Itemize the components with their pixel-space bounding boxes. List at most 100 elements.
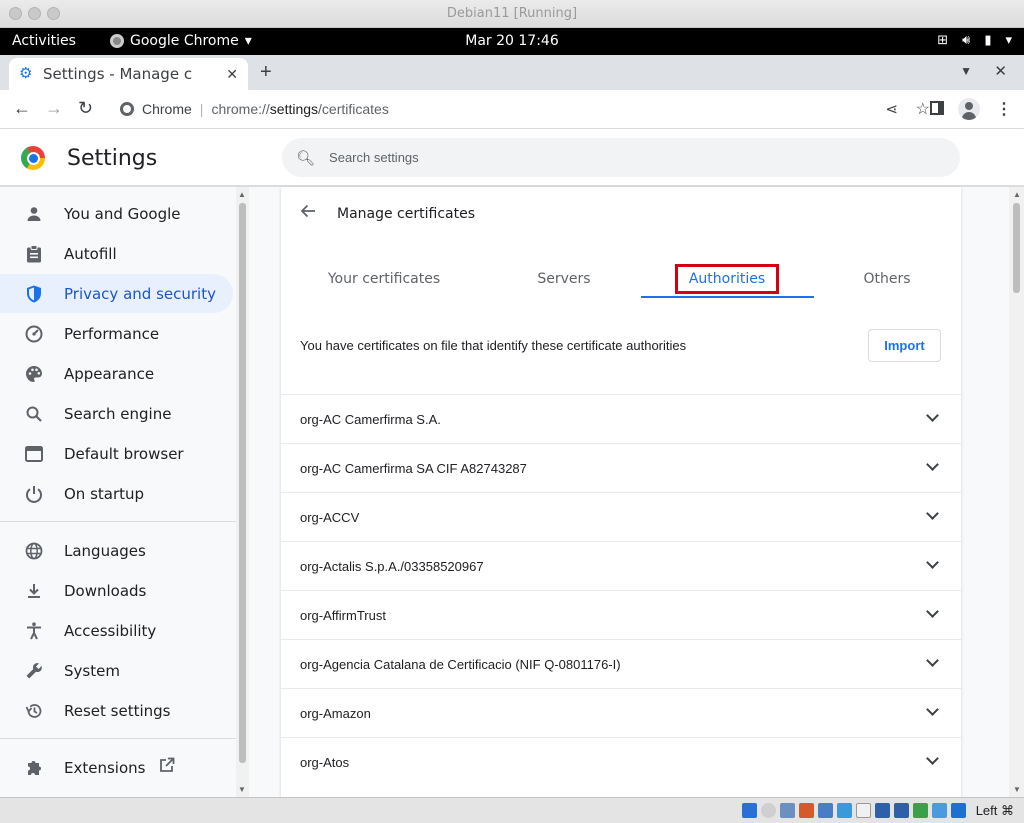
sidebar-item-appearance[interactable]: Appearance <box>0 354 233 393</box>
reload-icon[interactable]: ↻ <box>78 98 93 119</box>
tab-settings[interactable]: ⚙ Settings - Manage certific ✕ <box>9 58 248 90</box>
system-tray[interactable]: ⊞ 🔊︎ ▮ ▾ <box>937 33 1012 48</box>
chevron-down-icon[interactable] <box>926 409 939 422</box>
list-item[interactable]: org-AC Camerfirma SA CIF A82743287 <box>281 443 961 492</box>
sidebar-item-search-engine[interactable]: Search engine <box>0 394 233 433</box>
back-arrow-icon[interactable]: ← <box>13 98 31 119</box>
list-item[interactable]: org-AffirmTrust <box>281 590 961 639</box>
globe-icon <box>24 541 44 561</box>
sidebar-item-system[interactable]: System <box>0 651 233 690</box>
gnome-top-bar: Activities Google Chrome ▾ Mar 20 17:46 … <box>0 28 1024 55</box>
chevron-down-icon[interactable] <box>926 654 939 667</box>
chevron-down-icon[interactable] <box>926 458 939 471</box>
chevron-down-icon[interactable] <box>926 605 939 618</box>
tab-servers[interactable]: Servers <box>478 259 650 299</box>
sidebar-item-accessibility[interactable]: Accessibility <box>0 611 233 650</box>
network-adapter-icon[interactable] <box>799 803 814 818</box>
search-icon: 🔍︎ <box>296 149 316 167</box>
scroll-up-arrow-icon[interactable]: ▲ <box>1013 190 1021 199</box>
cpu-activity-icon[interactable] <box>932 803 947 818</box>
sidebar-item-label: Appearance <box>64 364 155 383</box>
sidebar-item-label: System <box>64 661 120 680</box>
settings-sidebar: You and Google Autofill Privacy and secu… <box>0 187 236 797</box>
vm-device-icons <box>742 803 966 818</box>
url-host: settings <box>269 101 319 117</box>
list-item[interactable]: org-Actalis S.p.A./03358520967 <box>281 541 961 590</box>
scrollbar-thumb[interactable] <box>1013 203 1020 293</box>
sidebar-item-on-startup[interactable]: On startup <box>0 474 233 513</box>
active-tab-underline <box>641 296 814 298</box>
import-button[interactable]: Import <box>868 329 941 362</box>
kebab-menu-icon[interactable]: ⋮ <box>996 99 1012 119</box>
browser-toolbar: ← → ↻ Chrome | chrome://settings/certifi… <box>0 90 1024 129</box>
scrollbar-thumb[interactable] <box>239 203 246 763</box>
mouse-integration-icon[interactable] <box>913 803 928 818</box>
tab-others[interactable]: Others <box>801 259 961 299</box>
list-item[interactable]: org-Amazon <box>281 688 961 737</box>
url-scheme: chrome:// <box>211 101 270 117</box>
sidebar-item-label: Downloads <box>64 581 147 600</box>
chevron-down-icon[interactable] <box>926 703 939 716</box>
tab-close-icon[interactable]: ✕ <box>226 66 238 83</box>
scroll-down-arrow-icon[interactable]: ▼ <box>238 785 246 794</box>
video-capture-icon[interactable] <box>875 803 890 818</box>
sidebar-item-default-browser[interactable]: Default browser <box>0 434 233 473</box>
card-header: Manage certificates <box>281 187 961 241</box>
keyboard-capture-icon[interactable] <box>951 803 966 818</box>
list-item[interactable]: org-AC Camerfirma S.A. <box>281 394 961 443</box>
sidebar-scrollbar[interactable]: ▲ ▼ <box>236 187 249 797</box>
side-panel-icon[interactable] <box>930 101 944 115</box>
forward-arrow-icon[interactable]: → <box>45 98 63 119</box>
list-item[interactable]: org-ACCV <box>281 492 961 541</box>
tab-authorities[interactable]: Authorities <box>641 259 813 299</box>
chevron-down-icon[interactable] <box>926 507 939 520</box>
sidebar-item-label: Reset settings <box>64 701 171 720</box>
tab-your-certificates[interactable]: Your certificates <box>298 259 470 299</box>
new-tab-button[interactable]: + <box>260 61 272 84</box>
scroll-down-arrow-icon[interactable]: ▼ <box>1013 785 1021 794</box>
chevron-down-icon[interactable] <box>926 752 939 765</box>
address-bar[interactable]: Chrome | chrome://settings/certificates … <box>108 93 930 125</box>
tab-search-chevron-icon[interactable]: ▼ <box>960 64 972 78</box>
sidebar-item-extensions[interactable]: Extensions <box>0 748 233 787</box>
profile-avatar-icon[interactable] <box>958 98 980 120</box>
sidebar-item-label: Languages <box>64 541 146 560</box>
audio-icon[interactable] <box>780 803 795 818</box>
sidebar-item-label: You and Google <box>64 204 181 223</box>
share-icon[interactable]: ⋖ <box>885 100 898 118</box>
puzzle-icon <box>24 758 44 778</box>
sidebar-item-label: Privacy and security <box>64 284 216 303</box>
chevron-down-icon[interactable] <box>926 556 939 569</box>
optical-drive-icon[interactable] <box>761 803 776 818</box>
search-settings-box[interactable]: 🔍︎ <box>282 138 960 177</box>
battery-icon: ▮ <box>984 33 992 48</box>
caret-down-icon: ▾ <box>1005 33 1012 48</box>
sidebar-item-downloads[interactable]: Downloads <box>0 571 233 610</box>
sidebar-item-performance[interactable]: Performance <box>0 314 233 353</box>
clock[interactable]: Mar 20 17:46 <box>0 33 1024 49</box>
usb-icon[interactable] <box>818 803 833 818</box>
window-close-icon[interactable]: ✕ <box>994 62 1007 80</box>
sidebar-item-reset-settings[interactable]: Reset settings <box>0 691 233 730</box>
scroll-up-arrow-icon[interactable]: ▲ <box>238 190 246 199</box>
tab-strip: ⚙ Settings - Manage certific ✕ + ▼ ✕ <box>0 55 1024 90</box>
authority-name: org-ACCV <box>300 509 360 525</box>
sidebar-item-privacy-and-security[interactable]: Privacy and security <box>0 274 233 313</box>
main-scrollbar[interactable]: ▲ ▼ <box>1009 187 1024 797</box>
sidebar-item-you-and-google[interactable]: You and Google <box>0 194 233 233</box>
reset-history-icon <box>24 701 44 721</box>
display-icon[interactable] <box>856 803 871 818</box>
list-item[interactable]: org-Agencia Catalana de Certificacio (NI… <box>281 639 961 688</box>
sidebar-item-languages[interactable]: Languages <box>0 531 233 570</box>
authority-name: org-AC Camerfirma SA CIF A82743287 <box>300 460 527 476</box>
shared-folder-icon[interactable] <box>837 803 852 818</box>
list-item[interactable]: org-Atos <box>281 737 961 786</box>
bookmark-star-icon[interactable]: ☆ <box>916 99 930 119</box>
guest-additions-icon[interactable] <box>894 803 909 818</box>
authority-name: org-Actalis S.p.A./03358520967 <box>300 558 484 574</box>
sidebar-item-autofill[interactable]: Autofill <box>0 234 233 273</box>
search-input[interactable] <box>329 150 830 165</box>
certificate-tabs: Your certificates Servers Authorities Ot… <box>281 259 961 299</box>
back-arrow-icon[interactable] <box>300 203 316 224</box>
hard-disk-icon[interactable] <box>742 803 757 818</box>
